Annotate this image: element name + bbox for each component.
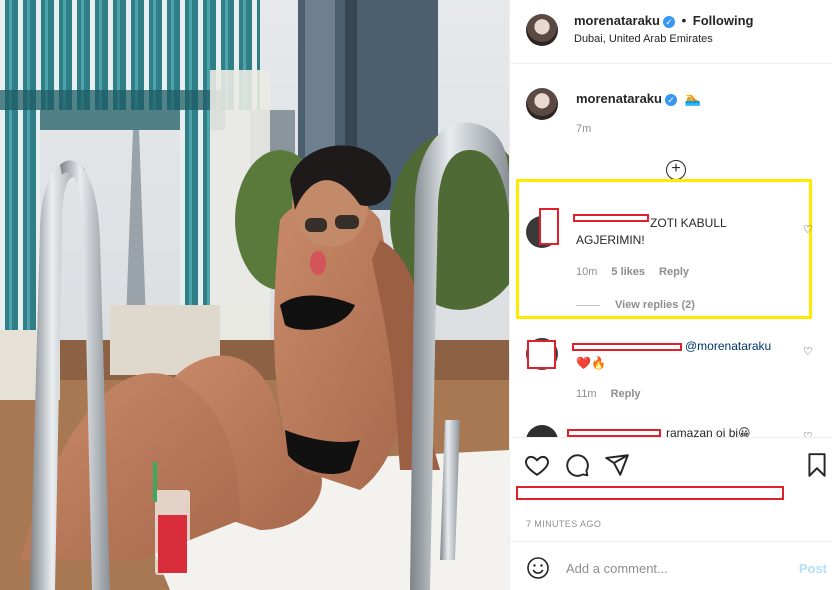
post-header: morenataraku ✓ • Following Dubai, United … (510, 0, 832, 64)
comment-avatar[interactable] (526, 425, 558, 437)
author-header-line: morenataraku ✓ • Following (574, 13, 753, 28)
redacted-likes (516, 486, 784, 500)
caption-username[interactable]: morenataraku (576, 91, 662, 106)
verified-badge-icon: ✓ (664, 93, 677, 106)
verified-badge-icon: ✓ (662, 15, 675, 28)
posted-time[interactable]: 7 MINUTES AGO (526, 519, 601, 529)
post-image (0, 0, 509, 590)
like-heart-icon[interactable] (524, 452, 550, 478)
post-location[interactable]: Dubai, United Arab Emirates (574, 33, 713, 45)
view-replies-button[interactable]: View replies (2) (615, 299, 695, 311)
load-more-comments-icon[interactable]: + (666, 160, 686, 180)
post-photo[interactable] (0, 0, 509, 590)
mention-link[interactable]: @morenataraku (685, 339, 771, 353)
redacted-username (567, 429, 661, 437)
emoji-smiley-icon[interactable] (526, 556, 550, 580)
comment-text: ZOTI KABULL AGJERIMIN! (576, 216, 727, 247)
author-avatar[interactable] (526, 14, 558, 46)
post-sidebar: morenataraku ✓ • Following Dubai, United … (509, 0, 832, 590)
redacted-avatar (539, 208, 559, 245)
swimmer-emoji: 🏊 (684, 91, 701, 106)
add-comment-bar: Add a comment... Post (510, 541, 832, 590)
add-comment-input[interactable]: Add a comment... (566, 561, 668, 576)
comment-time[interactable]: 10m (576, 266, 597, 278)
save-bookmark-icon[interactable] (804, 452, 830, 478)
caption-line: morenataraku ✓ 🏊 (576, 91, 701, 107)
redacted-avatar (527, 340, 556, 369)
instagram-post-view: morenataraku ✓ • Following Dubai, United … (0, 0, 832, 590)
reply-button[interactable]: Reply (659, 266, 689, 278)
comment-time[interactable]: 11m (576, 388, 597, 400)
post-actions: 7 MINUTES AGO (510, 437, 832, 542)
post-comment-button[interactable]: Post (799, 561, 827, 576)
reply-button[interactable]: Reply (611, 388, 641, 400)
caption-avatar[interactable] (526, 88, 558, 120)
comment-like-heart-icon[interactable]: ♡ (803, 346, 815, 358)
comment-text: ramazan oj bi😀 (666, 426, 751, 437)
comment-meta: 10m 5 likes Reply (576, 266, 703, 278)
comment-bubble-icon[interactable] (564, 452, 590, 478)
separator-dot: • (681, 13, 687, 28)
share-send-icon[interactable] (604, 452, 630, 478)
comment-mention: @morenataraku (685, 338, 771, 355)
highlight-box (516, 179, 812, 319)
comments-section[interactable]: morenataraku ✓ 🏊 7m + ZOTI KABULL AGJERIM… (510, 65, 832, 437)
view-replies-line (576, 305, 600, 306)
comment-like-heart-icon[interactable]: ♡ (803, 224, 815, 236)
comment-likes[interactable]: 5 likes (611, 266, 645, 278)
comment-meta: 11m Reply (576, 388, 655, 400)
redacted-username (572, 343, 682, 351)
author-username[interactable]: morenataraku (574, 13, 660, 28)
caption-time[interactable]: 7m (576, 123, 591, 135)
comment-emoji: ❤️🔥 (576, 356, 606, 370)
following-button[interactable]: Following (693, 13, 754, 28)
